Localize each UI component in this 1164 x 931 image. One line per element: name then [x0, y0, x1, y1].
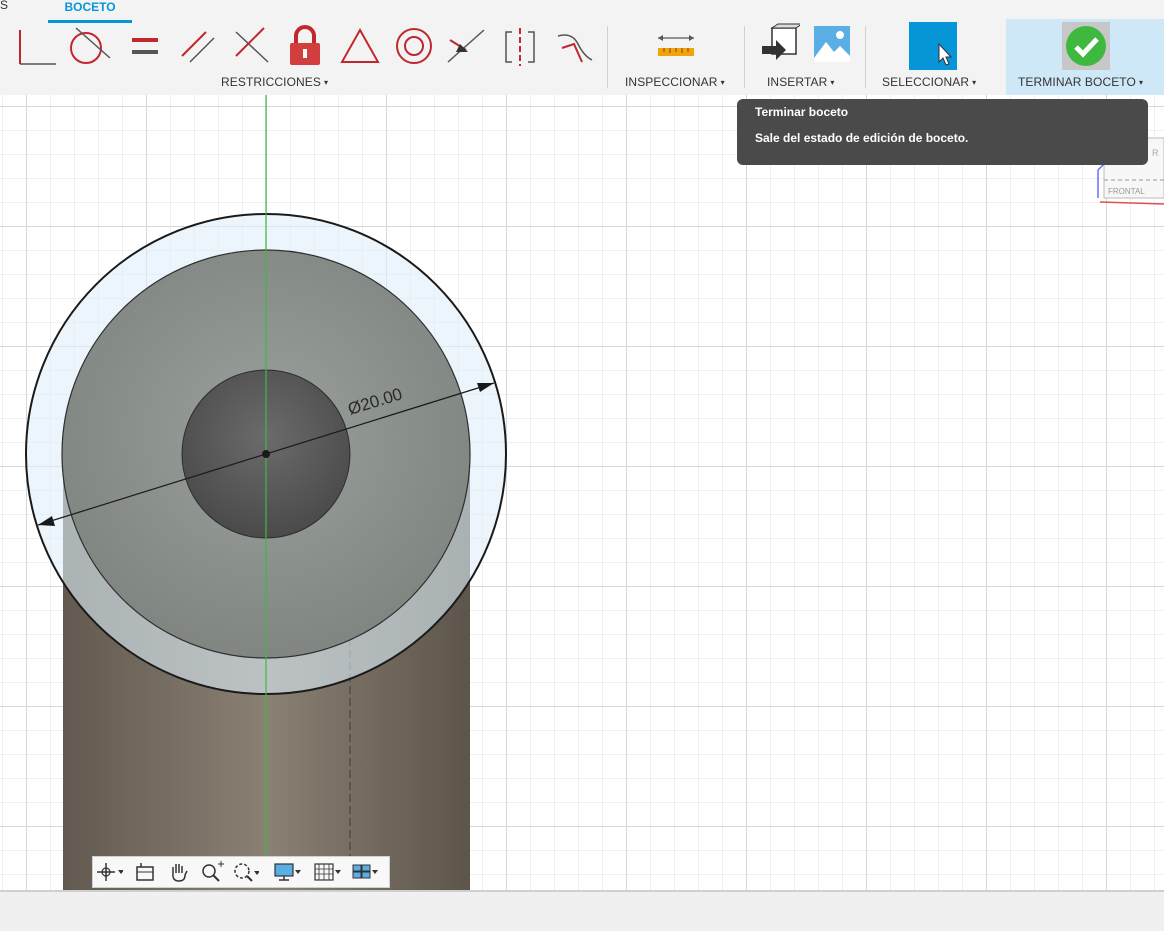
- insert-image-button[interactable]: [812, 22, 852, 70]
- pan-button[interactable]: [167, 861, 195, 883]
- finish-sketch-button[interactable]: [1062, 22, 1110, 70]
- triangle-icon: [340, 27, 380, 63]
- perpendicular-icon: [235, 27, 269, 63]
- symmetry-icon: [505, 28, 535, 66]
- orbit-button[interactable]: [95, 861, 124, 883]
- grid-icon: [314, 863, 341, 881]
- symmetry-constraint-button[interactable]: [498, 22, 542, 70]
- tangent-icon: [70, 27, 111, 64]
- inspeccionar-menu[interactable]: INSPECCIONAR ▾: [625, 75, 725, 89]
- orbit-icon: [97, 863, 124, 881]
- fit-button[interactable]: [231, 861, 260, 883]
- concentric-constraint-button[interactable]: [392, 22, 436, 70]
- grid-settings-button[interactable]: [313, 861, 341, 883]
- measure-button[interactable]: [654, 22, 698, 70]
- toolbar-separator: [607, 26, 608, 88]
- fix-constraint-button[interactable]: [284, 22, 326, 70]
- look-at-button[interactable]: [133, 861, 161, 883]
- zoom-icon: [202, 861, 224, 882]
- viewports-button[interactable]: [351, 861, 379, 883]
- midpoint-constraint-button[interactable]: [338, 22, 382, 70]
- coincident-constraint-button[interactable]: [14, 22, 60, 70]
- curvature-icon: [557, 34, 593, 63]
- tangent-constraint-button[interactable]: [64, 22, 114, 70]
- navigation-bar: [92, 856, 390, 888]
- select-cursor-icon: [909, 22, 957, 70]
- pan-hand-icon: [172, 864, 188, 882]
- insert-derive-button[interactable]: [758, 22, 800, 70]
- restricciones-menu[interactable]: RESTRICCIONES ▾: [221, 75, 328, 89]
- ruler-icon: [658, 35, 694, 56]
- perpendicular-constraint-button[interactable]: [230, 22, 276, 70]
- toolbar-separator: [744, 26, 745, 88]
- parallel-icon: [181, 31, 215, 63]
- tab-boceto[interactable]: BOCETO: [48, 0, 132, 23]
- select-button[interactable]: [909, 22, 957, 70]
- zoom-window-icon: [234, 863, 260, 882]
- viewports-icon: [352, 864, 378, 879]
- lock-icon: [290, 25, 320, 65]
- toolbar: S BOCETO RESTRICCIONES ▾ INSPECCIONAR ▾ …: [0, 0, 1164, 96]
- insertar-menu[interactable]: INSERTAR ▾: [767, 75, 835, 89]
- seleccionar-menu[interactable]: SELECCIONAR ▾: [882, 75, 976, 89]
- display-settings-button[interactable]: [273, 861, 301, 883]
- tab-solido-cut[interactable]: S: [0, 0, 8, 12]
- concentric-icon: [396, 28, 432, 64]
- tooltip-body: Sale del estado de edición de boceto.: [755, 131, 969, 145]
- collinear-icon: [447, 29, 485, 63]
- sketch-canvas[interactable]: Ø20.00: [0, 95, 1164, 890]
- viewcube-face-label: FRONTAL: [1108, 187, 1145, 196]
- sketch-geometry: Ø20.00: [25, 95, 507, 890]
- finish-sketch-tooltip: Terminar boceto Sale del estado de edici…: [737, 99, 1148, 165]
- parallel-constraint-button[interactable]: [176, 22, 222, 70]
- collinear-constraint-button[interactable]: [444, 22, 488, 70]
- monitor-icon: [274, 863, 301, 881]
- equal-icon: [132, 38, 158, 54]
- bottom-bar: [0, 890, 1164, 931]
- terminar-boceto-menu[interactable]: TERMINAR BOCETO ▾: [1018, 75, 1143, 89]
- zoom-button[interactable]: [199, 861, 227, 883]
- toolbar-separator: [865, 26, 866, 88]
- center-point[interactable]: [262, 450, 270, 458]
- coincident-icon: [19, 30, 56, 65]
- equal-constraint-button[interactable]: [126, 22, 166, 70]
- tooltip-title: Terminar boceto: [755, 105, 849, 119]
- checkmark-icon: [1062, 22, 1110, 70]
- viewcube-side-label: R: [1152, 148, 1159, 158]
- look-at-icon: [136, 863, 154, 881]
- image-icon: [814, 26, 850, 62]
- curvature-constraint-button[interactable]: [552, 22, 596, 70]
- insert-icon: [762, 23, 800, 60]
